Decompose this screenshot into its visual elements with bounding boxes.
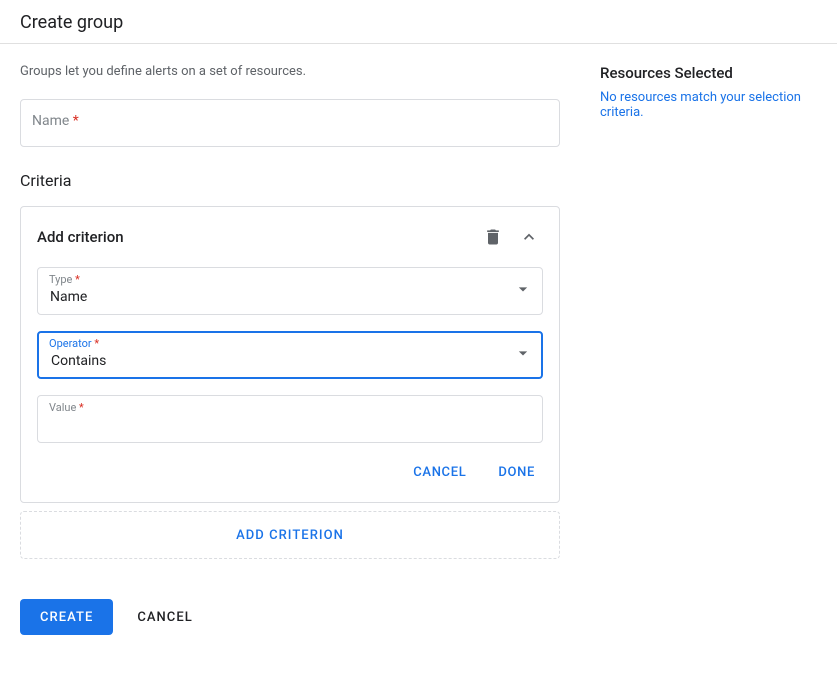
value-field-group: Value *: [37, 395, 543, 443]
right-panel: Resources Selected No resources match yo…: [600, 64, 817, 559]
name-input[interactable]: [20, 99, 560, 147]
criteria-section-title: Criteria: [20, 171, 560, 190]
page-footer: CREATE CANCEL: [0, 579, 837, 655]
description-text: Groups let you define alerts on a set of…: [20, 64, 560, 79]
value-input[interactable]: [37, 395, 543, 443]
type-select[interactable]: Name Label Region Zone Project: [37, 267, 543, 315]
left-panel: Groups let you define alerts on a set of…: [20, 64, 560, 559]
criterion-card: Add criterion: [20, 206, 560, 503]
resources-panel-title: Resources Selected: [600, 64, 817, 82]
criterion-card-header: Add criterion: [37, 223, 543, 251]
delete-criterion-button[interactable]: [479, 223, 507, 251]
criterion-actions: CANCEL DONE: [37, 459, 543, 486]
criterion-card-title: Add criterion: [37, 228, 124, 246]
cancel-criterion-button[interactable]: CANCEL: [405, 459, 474, 486]
cancel-footer-button[interactable]: CANCEL: [125, 599, 204, 635]
page-content: Groups let you define alerts on a set of…: [0, 44, 837, 559]
add-criterion-button[interactable]: ADD CRITERION: [20, 511, 560, 559]
value-field-wrapper: Value *: [37, 395, 543, 443]
criteria-section: Criteria Add criterion: [20, 171, 560, 559]
collapse-criterion-button[interactable]: [515, 223, 543, 251]
page-header: Create group: [0, 0, 837, 44]
create-button[interactable]: CREATE: [20, 599, 113, 635]
type-field-wrapper: Type * Name Label Region Zone Project: [37, 267, 543, 315]
operator-field-wrapper: Operator * Contains Equals Not equals St…: [37, 331, 543, 379]
page-title: Create group: [20, 12, 817, 33]
chevron-up-icon: [519, 227, 539, 247]
done-criterion-button[interactable]: DONE: [490, 459, 543, 486]
type-field-group: Type * Name Label Region Zone Project: [37, 267, 543, 315]
no-resources-text: No resources match your selection criter…: [600, 90, 817, 120]
operator-select[interactable]: Contains Equals Not equals Starts with E…: [37, 331, 543, 379]
operator-field-group: Operator * Contains Equals Not equals St…: [37, 331, 543, 379]
trash-icon: [483, 227, 503, 247]
criterion-card-actions: [479, 223, 543, 251]
name-field-wrapper: Name *: [20, 99, 560, 147]
